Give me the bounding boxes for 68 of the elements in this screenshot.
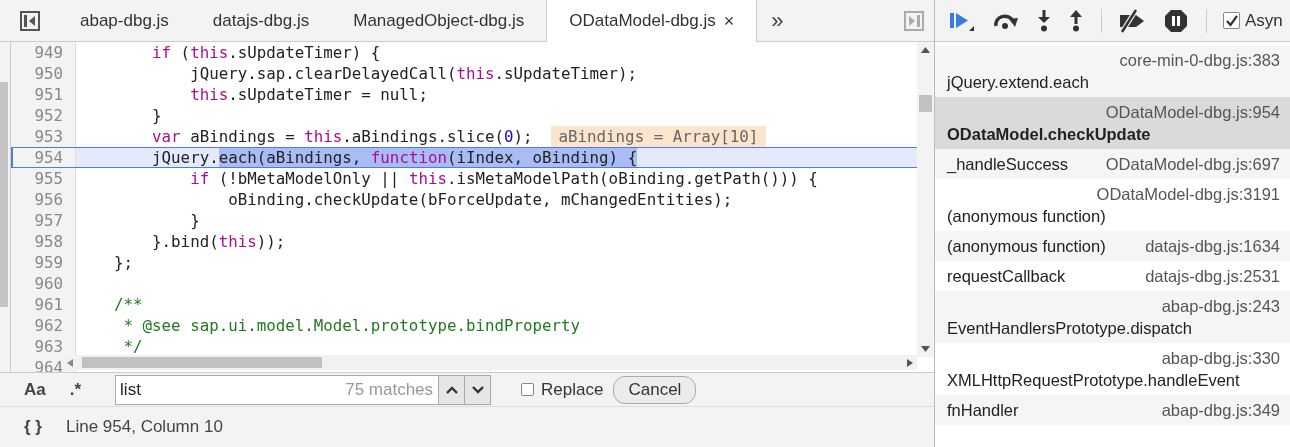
function-name: jQuery.extend.each (947, 72, 1090, 93)
function-name: ODataModel.checkUpdate (947, 124, 1152, 145)
close-icon[interactable]: × (723, 10, 735, 32)
line-number: 958 (11, 231, 76, 252)
line-number: 951 (11, 84, 76, 105)
frame-location[interactable]: abap-dbg.js:243 (1149, 295, 1280, 317)
replace-label: Replace (541, 379, 604, 400)
function-name: _handleSuccess (947, 154, 1069, 175)
line-number: 959 (11, 252, 76, 273)
code-line: oBinding.checkUpdate(bForceUpdate, mChangedEntities); (227, 189, 733, 210)
line-number: 961 (11, 294, 76, 315)
line-number: 955 (11, 168, 76, 189)
function-name: requestCallback (947, 266, 1066, 287)
frame-location[interactable]: datajs-dbg.js:2531 (1133, 265, 1280, 287)
line-number: 957 (11, 210, 76, 231)
function-name: (anonymous function) (947, 206, 1107, 227)
async-label: Asyn (1245, 10, 1283, 31)
function-name: XMLHttpRequestPrototype.handleEvent (947, 370, 1241, 391)
frame-location[interactable]: ODataModel-dbg.js:954 (1093, 101, 1280, 123)
call-frame[interactable]: abap-dbg.js:243 EventHandlersPrototype.dispatch (935, 291, 1290, 343)
pretty-print-button[interactable]: { } (24, 417, 42, 437)
match-count: 75 matches (345, 379, 434, 400)
code-line: */ (122, 336, 143, 357)
inline-value: aBindings = Array[10] (550, 126, 767, 147)
frame-location[interactable]: ODataModel-dbg.js:697 (1093, 153, 1280, 175)
code-line: }.bind(this)); (151, 231, 286, 252)
frame-location[interactable]: ODataModel-dbg.js:3191 (1084, 183, 1280, 205)
line-number: 956 (11, 189, 76, 210)
call-frame[interactable]: fnHandler abap-dbg.js:349 (935, 395, 1290, 425)
call-frame[interactable]: ODataModel-dbg.js:954 ODataModel.checkUpdate (935, 97, 1290, 149)
code-line: } (151, 105, 162, 126)
file-tab[interactable]: ManagedObject-dbg.js (331, 0, 547, 41)
code-line: jQuery.sap.clearDelayedCall(this.sUpdateTimer); (189, 63, 638, 84)
function-name: EventHandlersPrototype.dispatch (947, 318, 1193, 339)
code-line: var aBindings = this.aBindings.slice(0); (151, 126, 533, 147)
code-line: * @see sap.ui.model.Model.prototype.bindProperty (122, 315, 581, 336)
match-case-toggle[interactable]: Aa (24, 379, 46, 400)
line-number: 949 (11, 42, 76, 63)
function-name: (anonymous function) (947, 236, 1106, 257)
code-line: if (this.sUpdateTimer) { (151, 42, 381, 63)
file-tab[interactable]: ODataModel-dbg.js × (546, 0, 758, 42)
code-line: if (!bMetaModelOnly || this.isMetaModelPath(oBinding.getPath())) { (189, 168, 818, 189)
frame-location[interactable]: core-min-0-dbg.js:383 (1107, 49, 1280, 71)
line-number: 952 (11, 105, 76, 126)
cursor-position: Line 954, Column 10 (65, 417, 223, 437)
code-line: }; (113, 252, 134, 273)
frame-location[interactable]: datajs-dbg.js:1634 (1133, 235, 1280, 257)
call-frame[interactable]: _handleSuccess ODataModel-dbg.js:697 (935, 149, 1290, 179)
code-line: this.sUpdateTimer = null; (189, 84, 428, 105)
frame-location[interactable]: abap-dbg.js:349 (1149, 399, 1280, 421)
call-frame[interactable]: (anonymous function) datajs-dbg.js:1634 (935, 231, 1290, 261)
regex-toggle[interactable]: .* (69, 379, 82, 400)
frame-location[interactable]: abap-dbg.js:330 (1149, 347, 1280, 369)
file-tab[interactable]: abap-dbg.js (58, 0, 191, 41)
call-frame[interactable]: core-min-0-dbg.js:383 jQuery.extend.each (935, 45, 1290, 97)
code-line: /** (113, 294, 143, 315)
line-number: 953 (11, 126, 76, 147)
code-line: jQuery.each(aBindings, function(iIndex, oBinding) { (151, 148, 638, 167)
code-line: } (189, 210, 200, 231)
line-number: 960 (11, 273, 76, 294)
more-tabs-button[interactable]: » (771, 7, 784, 34)
line-number: 962 (11, 315, 76, 336)
line-number: 954 (11, 148, 76, 167)
line-number: 963 (11, 336, 76, 357)
function-name: fnHandler (947, 400, 1019, 421)
file-tab[interactable]: datajs-dbg.js (190, 0, 332, 41)
line-number: 950 (11, 63, 76, 84)
cancel-button[interactable]: Cancel (613, 375, 697, 404)
